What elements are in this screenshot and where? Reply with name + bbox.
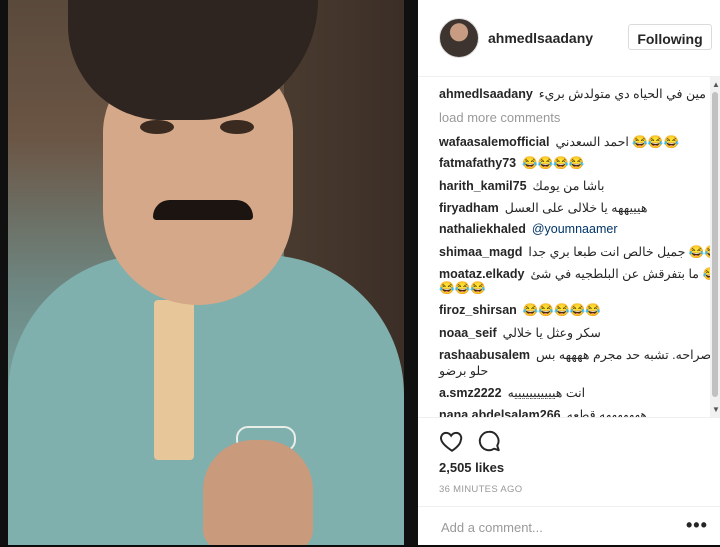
comment-username[interactable]: moataz.elkady (439, 267, 524, 281)
scroll-up-arrow-icon[interactable]: ▲ (712, 80, 720, 89)
comment-text: 😂😂😂😂 (522, 156, 585, 170)
comment-text: انت هيييييييييييه (507, 386, 586, 400)
avatar[interactable] (439, 18, 479, 58)
header-username[interactable]: ahmedlsaadany (488, 30, 593, 46)
post-header: ahmedlsaadany Following (418, 0, 720, 77)
comment-text: هيييههه يا خلالى على العسل (504, 201, 648, 215)
photo-eye-left (140, 120, 174, 134)
caption-text: مين في الحياه دي متولدش بريء 😇 (538, 87, 710, 101)
following-button[interactable]: Following (628, 24, 712, 50)
post-photo[interactable] (8, 0, 404, 545)
comment-username[interactable]: nana.abdelsalam266 (439, 408, 561, 417)
comment-username[interactable]: rashaabusalem (439, 348, 530, 362)
comment-username[interactable]: fatmafathy73 (439, 156, 516, 170)
post-actions: 2,505 likes 36 MINUTES AGO ••• (418, 417, 720, 546)
comment-item: nana.abdelsalam266 هههههههه قطعه (439, 407, 647, 417)
photo-hand (203, 440, 313, 545)
scroll-down-arrow-icon[interactable]: ▼ (712, 405, 720, 414)
comment-mention-link[interactable]: @youmnaamer (532, 222, 618, 236)
comment-item: a.smz2222 انت هيييييييييييه (439, 385, 585, 400)
comment-username[interactable]: harith_kamil75 (439, 179, 527, 193)
comment-item: shimaa_magd جميل خالص انت طبعا بري جدا 😂😂 (439, 244, 710, 260)
comment-item: firoz_shirsan 😂😂😂😂😂 (439, 303, 601, 318)
photo-mustache (153, 200, 253, 220)
comment-username[interactable]: noaa_seif (439, 326, 497, 340)
comment-text: باشا من يومك (532, 179, 605, 193)
comment-username[interactable]: a.smz2222 (439, 386, 502, 400)
comment-item: firyadham هيييههه يا خلالى على العسل (439, 200, 647, 215)
comment-text: 😂😂😂 (439, 281, 486, 295)
comment-continuation: حلو برضو (439, 363, 488, 378)
post-side-panel: ahmedlsaadany Following ahmedlsaadany مين… (418, 0, 720, 545)
photo-shirt-placket (154, 300, 194, 460)
comments-list: ahmedlsaadany مين في الحياه دي متولدش بري… (418, 77, 710, 417)
comment-text: 😂😂😂😂😂 (522, 303, 601, 317)
comment-item: nathaliekhaled @youmnaamer (439, 222, 617, 236)
comment-item: harith_kamil75 باشا من يومك (439, 178, 604, 193)
scrollbar-thumb[interactable] (712, 92, 718, 397)
comment-text: صراحه. تشبه حد مجرم ههههه بس (536, 348, 710, 362)
comment-text: ما بتفرقش عن البلطجيه في شئ 😂 (530, 267, 710, 281)
comment-text: هههههههه قطعه (566, 408, 647, 417)
comment-username[interactable]: nathaliekhaled (439, 222, 526, 236)
comment-item: moataz.elkady ما بتفرقش عن البلطجيه في شئ… (439, 266, 710, 282)
caption: ahmedlsaadany مين في الحياه دي متولدش بري… (439, 86, 710, 102)
add-comment-input[interactable] (439, 519, 663, 536)
comment-item: fatmafathy73 😂😂😂😂 (439, 156, 584, 171)
comment-username[interactable]: firyadham (439, 201, 499, 215)
load-more-comments-link[interactable]: load more comments (439, 110, 560, 125)
heart-icon[interactable] (439, 428, 465, 454)
comment-item: wafaasalemofficial احمد السعدني 😂😂😂 (439, 134, 679, 150)
comment-text: احمد السعدني 😂😂😂 (555, 135, 680, 149)
comment-username[interactable]: firoz_shirsan (439, 303, 517, 317)
caption-username[interactable]: ahmedlsaadany (439, 87, 533, 101)
comment-text: حلو برضو (439, 364, 489, 378)
likes-count[interactable]: 2,505 likes (439, 460, 504, 475)
comment-item: noaa_seif سكر وعثل يا خلالي (439, 325, 601, 340)
comment-username[interactable]: wafaasalemofficial (439, 135, 549, 149)
comment-continuation: 😂😂😂 (439, 281, 486, 296)
comment-item: rashaabusalem صراحه. تشبه حد مجرم ههههه ب… (439, 347, 710, 362)
add-comment-bar: ••• (418, 506, 720, 547)
comment-text: جميل خالص انت طبعا بري جدا 😂😂 (528, 245, 710, 259)
comment-username[interactable]: shimaa_magd (439, 245, 522, 259)
comment-icon[interactable] (476, 428, 502, 454)
post-timestamp[interactable]: 36 MINUTES AGO (439, 484, 522, 495)
photo-area (0, 0, 418, 545)
photo-eye-right (220, 120, 254, 134)
more-options-icon[interactable]: ••• (686, 515, 708, 536)
comment-text: سكر وعثل يا خلالي (502, 326, 601, 340)
